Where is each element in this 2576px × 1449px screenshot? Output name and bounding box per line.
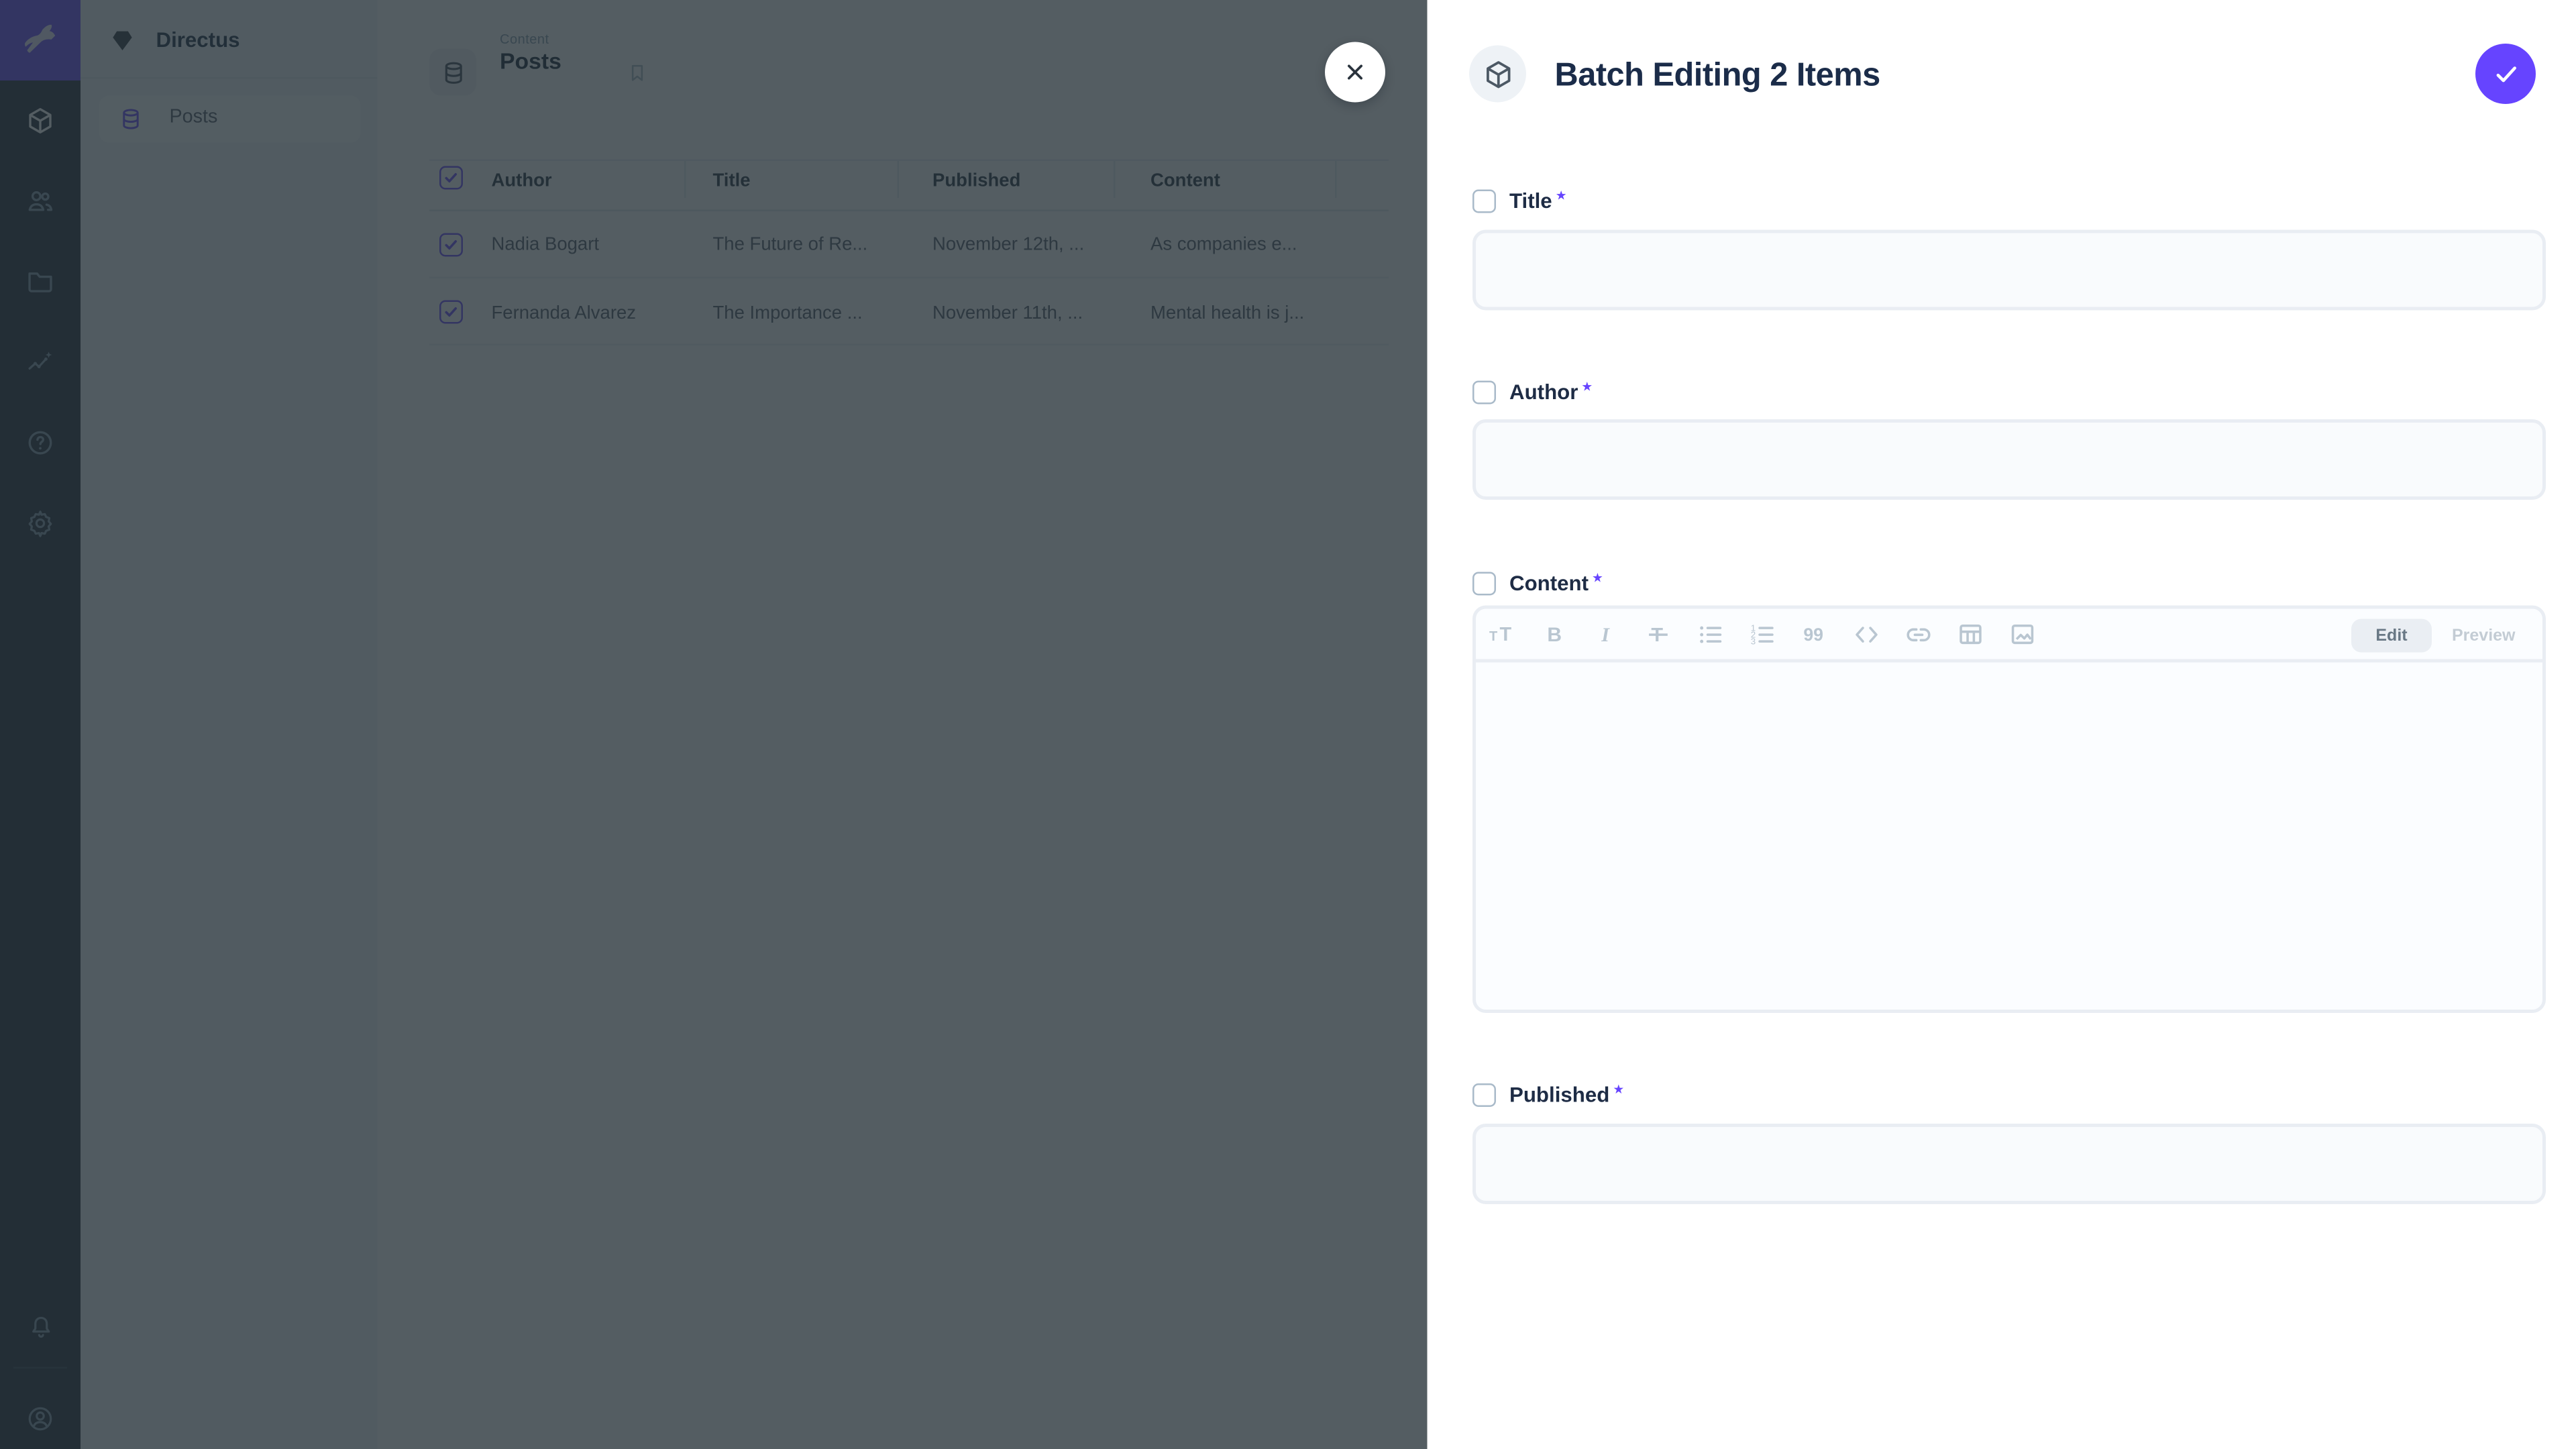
check-icon (2491, 60, 2520, 89)
numbered-list-icon[interactable]: 1 2 3 (1750, 619, 1776, 649)
author-input[interactable] (1472, 419, 2546, 500)
field-label-text: Author (1509, 381, 1578, 405)
editor-preview-tab[interactable]: Preview (2452, 619, 2516, 653)
svg-text:3: 3 (1751, 637, 1756, 647)
italic-icon[interactable]: I (1593, 619, 1620, 649)
quote-icon[interactable]: 99 (1801, 619, 1828, 649)
content-editor-textarea[interactable] (1476, 666, 2542, 1010)
field-label-title: Title ★ (1472, 188, 1567, 215)
drawer-overlay[interactable] (0, 0, 1428, 1449)
batch-enable-checkbox[interactable] (1472, 1083, 1496, 1107)
required-marker: ★ (1556, 187, 1567, 203)
published-input[interactable] (1472, 1124, 2546, 1204)
field-label-text: Content (1509, 572, 1589, 596)
markdown-editor: TT B I T (1472, 606, 2546, 1014)
strikethrough-icon[interactable]: T (1646, 619, 1672, 649)
editor-toolbar: TT B I T (1476, 609, 2542, 663)
close-icon (1342, 59, 1368, 86)
drawer-header-icon-badge (1469, 46, 1526, 103)
table-icon[interactable] (1957, 619, 1984, 649)
image-icon[interactable] (2009, 619, 2036, 649)
save-batch-button[interactable] (2475, 44, 2536, 104)
app-root: Directus Posts Content Posts (0, 0, 2576, 1449)
svg-text:T: T (1489, 629, 1497, 644)
bullet-list-icon[interactable] (1697, 619, 1724, 649)
field-label-text: Title (1509, 190, 1552, 213)
batch-edit-drawer: Batch Editing 2 Items Title ★ Author ★ C… (1428, 0, 2576, 1449)
box-icon (1482, 58, 1514, 90)
code-icon[interactable] (1854, 619, 1880, 649)
batch-enable-checkbox[interactable] (1472, 190, 1496, 213)
editor-edit-tab[interactable]: Edit (2351, 619, 2432, 653)
title-input[interactable] (1472, 230, 2546, 311)
close-drawer-button[interactable] (1325, 42, 1385, 103)
svg-text:T: T (1500, 624, 1512, 645)
required-marker: ★ (1581, 378, 1593, 394)
link-icon[interactable] (1905, 619, 1932, 649)
required-marker: ★ (1613, 1081, 1624, 1096)
field-label-text: Published (1509, 1083, 1609, 1107)
svg-text:B: B (1547, 624, 1562, 646)
svg-text:I: I (1601, 624, 1610, 646)
bold-icon[interactable]: B (1542, 619, 1568, 649)
batch-enable-checkbox[interactable] (1472, 381, 1496, 405)
batch-enable-checkbox[interactable] (1472, 572, 1496, 596)
field-label-published: Published ★ (1472, 1082, 1624, 1109)
text-size-icon[interactable]: TT (1489, 619, 1516, 649)
field-label-content: Content ★ (1472, 570, 1603, 597)
svg-text:99: 99 (1803, 625, 1823, 645)
drawer-title: Batch Editing 2 Items (1555, 57, 1880, 96)
field-label-author: Author ★ (1472, 379, 1593, 406)
required-marker: ★ (1592, 570, 1603, 585)
